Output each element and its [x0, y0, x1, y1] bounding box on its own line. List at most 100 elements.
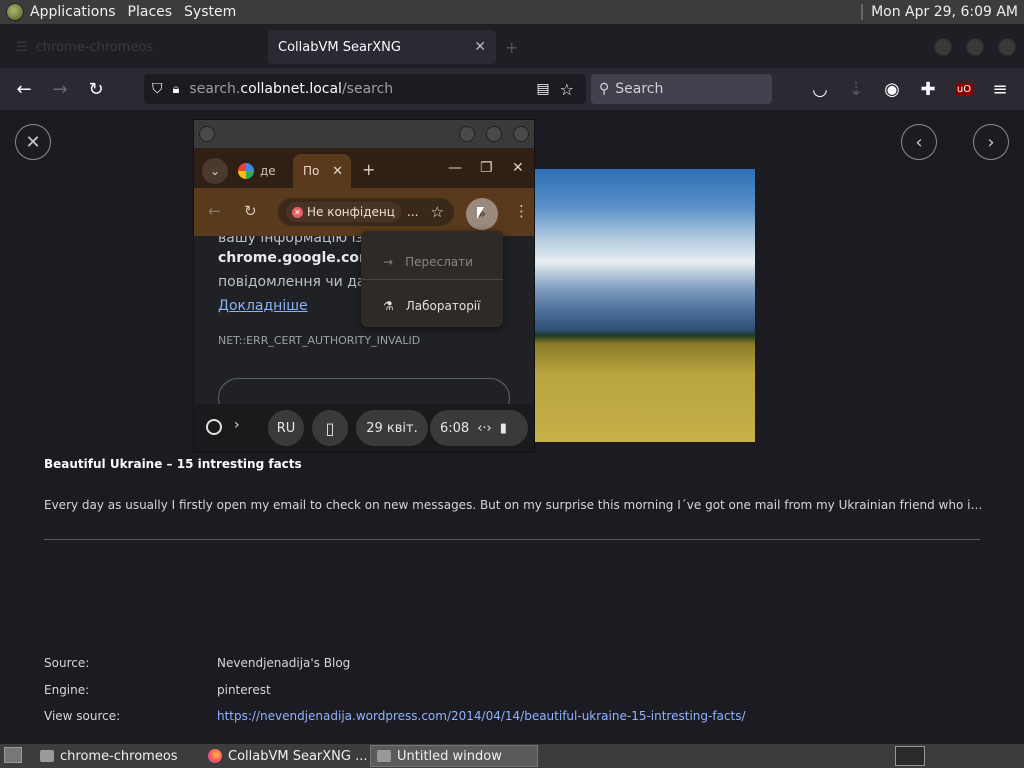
folder-icon [40, 750, 54, 762]
chrome-tab-2-label: По [303, 164, 320, 178]
tray-app-icon[interactable] [895, 746, 925, 766]
view-source-row: View source: https://nevendjenadija.word… [44, 709, 746, 723]
firefox-icon [208, 749, 222, 763]
shelf-date[interactable]: 29 квіт. [356, 410, 428, 446]
battery-icon: ▮ [499, 420, 507, 436]
minimize-button[interactable] [934, 38, 952, 56]
vm-minimize-button[interactable] [459, 126, 475, 142]
task-untitled-window[interactable]: Untitled window [370, 745, 538, 767]
source-row: Source: Nevendjenadija's Blog [44, 656, 350, 670]
ublock-icon[interactable]: uO [953, 78, 975, 100]
previous-image-icon[interactable]: ‹ [901, 124, 937, 160]
chrome-omnibox[interactable]: ✕ Не конфіденц ... ☆ [278, 198, 454, 226]
bookmark-star-icon[interactable]: ☆ [560, 80, 574, 99]
reload-icon[interactable]: ↻ [85, 78, 107, 100]
vm-titlebar[interactable] [194, 120, 534, 148]
status-tray[interactable]: 6:08 ‹·› ▮ [430, 410, 528, 446]
chrome-minimize-icon[interactable]: — [448, 160, 462, 176]
tab-close-icon[interactable]: ✕ [474, 39, 486, 55]
task-label-1: chrome-chromeos [60, 748, 178, 764]
tab-title: CollabVM SearXNG [278, 39, 401, 55]
not-secure-chip[interactable]: ✕ Не конфіденц [286, 202, 401, 222]
arrow-right-icon: → [383, 255, 394, 269]
result-image [535, 169, 755, 442]
menu-separator [361, 279, 503, 280]
close-window-button[interactable] [998, 38, 1016, 56]
chrome-new-tab-icon[interactable]: + [362, 160, 375, 179]
chrome-reload-icon[interactable]: ↻ [244, 202, 257, 220]
vm-close-button[interactable] [513, 126, 529, 142]
ghost-tab: ☰ chrome-chromeos [8, 32, 258, 62]
maximize-button[interactable] [966, 38, 984, 56]
applications-menu[interactable]: Applications [0, 0, 122, 24]
view-source-label: View source: [44, 709, 121, 723]
chrome-bookmark-star-icon[interactable]: ☆ [431, 203, 444, 221]
panel-separator [861, 4, 864, 20]
back-icon[interactable]: ← [13, 78, 35, 100]
chromeos-vm-window[interactable]: ⌄ де По ✕ + — ❐ ✕ ← ↻ ✕ Не конфіденц ...… [193, 119, 535, 453]
chrome-tab-1[interactable]: де [238, 158, 276, 184]
chrome-kebab-menu-icon[interactable]: ⋮ [514, 202, 529, 220]
learn-more-link[interactable]: Докладніше [218, 298, 308, 314]
vm-maximize-button[interactable] [486, 126, 502, 142]
view-source-link[interactable]: https://nevendjenadija.wordpress.com/201… [217, 709, 746, 723]
divider [44, 539, 980, 540]
tracking-shield-icon[interactable]: ⛉ [152, 81, 163, 97]
shelf-time: 6:08 [440, 420, 470, 436]
panel-clock[interactable]: Mon Apr 29, 6:09 AM [871, 4, 1024, 20]
account-icon[interactable]: ◉ [881, 78, 903, 100]
places-menu[interactable]: Places [122, 0, 179, 24]
engine-label: Engine: [44, 683, 90, 697]
chrome-back-icon[interactable]: ← [208, 202, 221, 220]
result-title: Beautiful Ukraine – 15 intresting facts [44, 457, 302, 471]
tab-search-chevron-icon[interactable]: ⌄ [202, 158, 228, 184]
ghost-tab-icon: ☰ [16, 39, 28, 55]
firefox-navbar: ← → ↻ ⛉ 🔒︎ search. collabnet.local/search… [0, 68, 1024, 110]
chrome-restore-icon[interactable]: ❐ [480, 160, 493, 176]
menu-item-forward[interactable]: → Переслати [361, 245, 503, 279]
places-menu-label: Places [127, 4, 173, 20]
task-chrome-chromeos[interactable]: chrome-chromeos [34, 745, 198, 767]
google-icon [238, 163, 254, 179]
chrome-tab-2[interactable]: По ✕ [293, 154, 351, 188]
url-bar[interactable]: ⛉ 🔒︎ search. collabnet.local/search ▤ ☆ [144, 74, 586, 104]
chrome-tab-close-icon[interactable]: ✕ [332, 164, 343, 179]
task-collabvm-searxng[interactable]: CollabVM SearXNG ... [202, 745, 368, 767]
forward-icon[interactable]: → [49, 78, 71, 100]
downloads-icon[interactable]: ⇣ [845, 78, 867, 100]
content-line-2: повідомлення чи дані [218, 274, 379, 290]
close-preview-icon[interactable]: ✕ [15, 124, 51, 160]
search-placeholder: Search [615, 81, 664, 97]
chrome-close-icon[interactable]: ✕ [512, 160, 524, 176]
show-desktop-icon[interactable] [4, 747, 22, 763]
menu-item-labs-label: Лабораторії [405, 299, 481, 313]
partial-search-box[interactable] [218, 378, 510, 404]
url-path: /search [341, 81, 394, 97]
phone-hub-icon[interactable]: ▯ [312, 410, 348, 446]
search-icon: ⚲ [599, 81, 610, 97]
task-label-3: Untitled window [397, 748, 502, 764]
ime-indicator[interactable]: RU [268, 410, 304, 446]
tab-searxng[interactable]: CollabVM SearXNG ✕ [268, 30, 496, 64]
next-image-icon[interactable]: › [973, 124, 1009, 160]
omnibox-overflow: ... [406, 205, 419, 219]
chrome-tab-1-label: де [260, 164, 276, 178]
reader-view-icon[interactable]: ▤ [536, 81, 549, 97]
pocket-icon[interactable]: ◡ [809, 78, 831, 100]
system-menu[interactable]: System [178, 0, 242, 24]
search-bar[interactable]: ⚲ Search [591, 74, 772, 104]
not-secure-icon: ✕ [292, 206, 303, 218]
launcher-icon[interactable] [206, 419, 222, 435]
vm-menu-button[interactable] [199, 126, 215, 142]
lock-warning-icon[interactable]: 🔒︎ [173, 82, 180, 97]
source-value: Nevendjenadija's Blog [217, 656, 351, 670]
mouse-cursor-icon [477, 207, 484, 219]
chromeos-shelf: › RU ▯ 29 квіт. 6:08 ‹·› ▮ [194, 404, 534, 452]
hamburger-menu-icon[interactable]: ≡ [989, 78, 1011, 100]
shelf-chevron-icon[interactable]: › [234, 417, 240, 433]
gnome-foot-icon [6, 3, 24, 21]
firefox-tabbar: ☰ chrome-chromeos CollabVM SearXNG ✕ + [0, 24, 1024, 68]
extensions-icon[interactable]: ✚ [917, 78, 939, 100]
menu-item-labs[interactable]: ⚗ Лабораторії [361, 289, 503, 323]
chrome-forward-dropdown: → Переслати ⚗ Лабораторії [361, 231, 503, 327]
